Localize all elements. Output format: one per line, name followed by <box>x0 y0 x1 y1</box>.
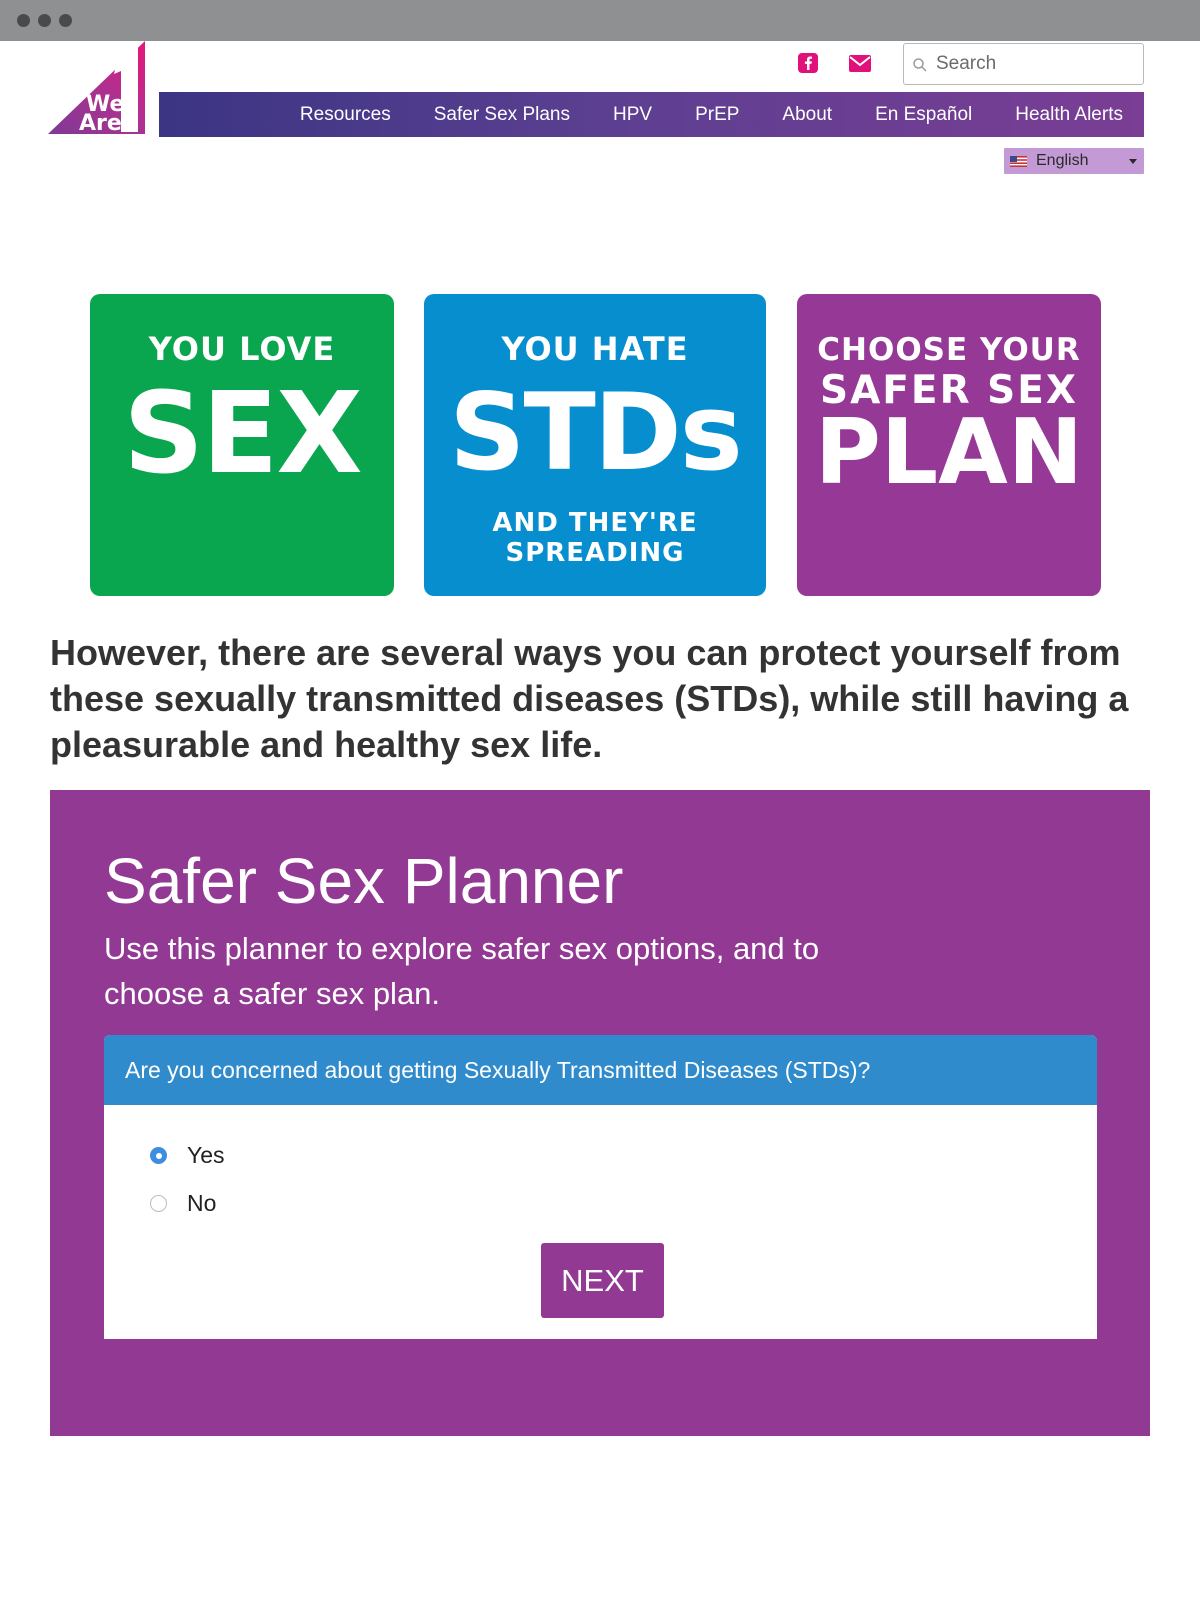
envelope-icon <box>849 54 871 72</box>
planner-title: Safer Sex Planner <box>104 845 624 917</box>
tile-line1: YOU LOVE <box>148 330 336 368</box>
nav-item-resources[interactable]: Resources <box>300 104 391 126</box>
tile-line1: YOU HATE <box>501 330 689 368</box>
main-nav: Resources Safer Sex Plans HPV PrEP About… <box>159 92 1144 137</box>
chevron-down-icon <box>1129 159 1137 164</box>
option-no[interactable]: No <box>150 1190 216 1217</box>
planner-description: Use this planner to explore safer sex op… <box>104 931 820 1011</box>
option-no-label[interactable]: No <box>187 1190 216 1217</box>
search-icon <box>913 58 927 72</box>
search-box[interactable] <box>903 43 1144 85</box>
svg-text:Are: Are <box>79 111 122 136</box>
tile-line3: AND THEY'RE <box>492 508 698 538</box>
nav-item-hpv[interactable]: HPV <box>613 104 652 126</box>
question-card: Are you concerned about getting Sexually… <box>104 1035 1097 1339</box>
language-select[interactable]: English <box>1004 148 1144 174</box>
nav-item-en-espanol[interactable]: En Español <box>875 104 972 126</box>
window-zoom-button[interactable] <box>59 14 72 27</box>
hero-tile-love: YOU LOVE SEX <box>90 294 394 596</box>
nav-item-health-alerts[interactable]: Health Alerts <box>1015 104 1123 126</box>
window-minimize-button[interactable] <box>38 14 51 27</box>
tile-big-text: PLAN <box>814 400 1084 505</box>
safer-sex-planner: Safer Sex Planner Use this planner to ex… <box>50 790 1150 1436</box>
site-logo[interactable]: We Are <box>48 41 147 136</box>
next-button[interactable]: NEXT <box>541 1243 664 1318</box>
option-yes-label[interactable]: Yes <box>187 1142 225 1169</box>
option-yes[interactable]: Yes <box>150 1142 225 1169</box>
tile-line1: CHOOSE YOUR <box>817 332 1081 368</box>
nav-item-about[interactable]: About <box>782 104 832 126</box>
us-flag-icon <box>1010 155 1027 167</box>
tile-big-text: STDs <box>449 371 743 494</box>
we-are-1-logo: We Are <box>48 41 145 136</box>
radio-no[interactable] <box>150 1195 167 1212</box>
facebook-link[interactable] <box>797 52 819 74</box>
tile-line4: SPREADING <box>505 538 685 568</box>
radio-yes[interactable] <box>150 1147 167 1164</box>
nav-item-prep[interactable]: PrEP <box>695 104 739 126</box>
question-text: Are you concerned about getting Sexually… <box>104 1035 1097 1105</box>
browser-titlebar <box>0 0 1200 41</box>
tile-big-text: SEX <box>123 369 363 499</box>
hero-tile-hate: YOU HATE STDs AND THEY'RE SPREADING <box>424 294 766 596</box>
nav-item-safer-sex-plans[interactable]: Safer Sex Plans <box>434 104 570 126</box>
window-close-button[interactable] <box>17 14 30 27</box>
language-selected-label: English <box>1036 152 1089 169</box>
hero-tile-plan: CHOOSE YOUR SAFER SEX PLAN <box>797 294 1101 596</box>
facebook-icon <box>798 53 818 73</box>
search-input[interactable] <box>936 50 1136 78</box>
email-link[interactable] <box>848 53 872 73</box>
intro-headline: However, there are several ways you can … <box>50 632 1129 765</box>
